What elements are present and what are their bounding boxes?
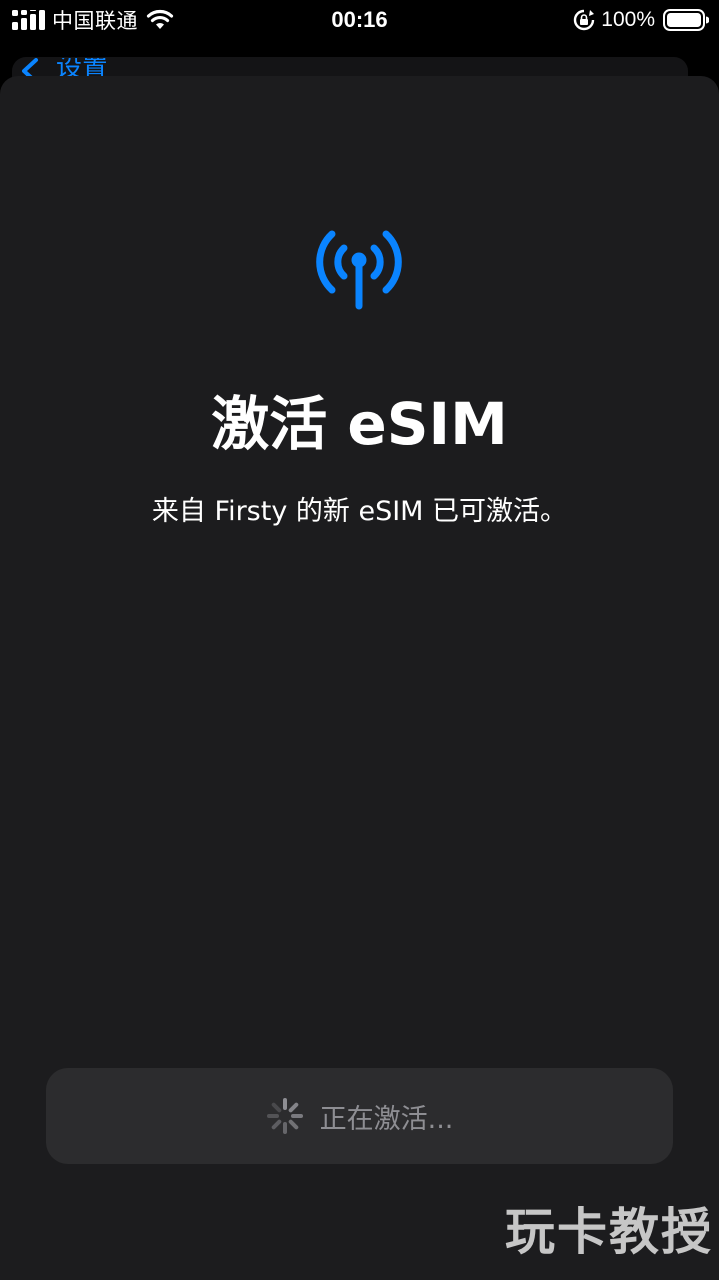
battery-icon (663, 9, 709, 31)
activating-label: 正在激活... (319, 1103, 454, 1135)
status-right: 100% (573, 6, 709, 34)
antenna-icon (316, 230, 402, 310)
sheet-subtitle: 来自 Firsty 的新 eSIM 已可激活。 (151, 496, 568, 527)
spinner-icon (266, 1098, 303, 1134)
screen: 中国联通 00:16 100% 设置 激活 eSIM 来自 Firsty 的新 … (0, 0, 719, 1280)
battery-percentage: 100% (601, 8, 655, 31)
activating-button[interactable]: 正在激活... (46, 1068, 673, 1164)
rotation-lock-icon (574, 9, 595, 31)
watermark: 玩卡教授 (505, 1203, 713, 1261)
sheet-title: 激活 eSIM (211, 390, 508, 458)
status-bar: 中国联通 00:16 100% (0, 0, 719, 40)
